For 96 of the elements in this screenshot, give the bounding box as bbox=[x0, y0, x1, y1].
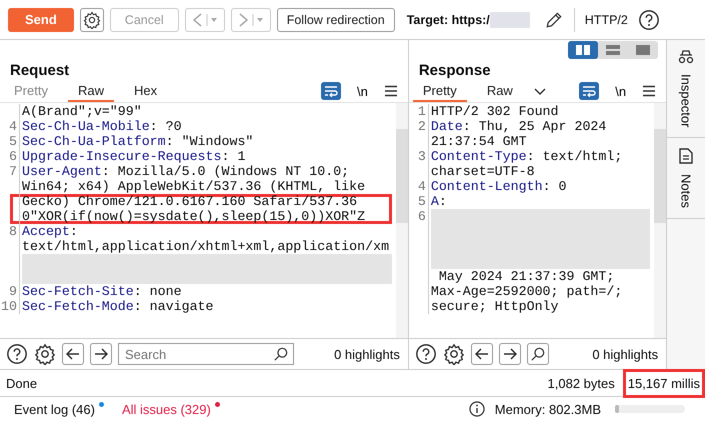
line-number: 6 bbox=[418, 209, 426, 224]
menu-icon[interactable] bbox=[384, 85, 398, 97]
line-number: 10 bbox=[1, 299, 17, 314]
code-line: Date: Thu, 25 Apr 2024 bbox=[430, 119, 606, 134]
line-number: 1 bbox=[418, 104, 426, 119]
event-log-link[interactable]: Event log (46) bbox=[12, 402, 97, 416]
line-number: 4 bbox=[9, 119, 17, 134]
all-issues-link[interactable]: All issues (329) bbox=[120, 402, 213, 416]
next-button[interactable] bbox=[498, 343, 521, 365]
layout-icon bbox=[635, 44, 652, 56]
code-line: charset=UTF-8 bbox=[430, 164, 535, 179]
highlights-count: 0 highlights bbox=[592, 346, 658, 362]
line-number: 9 bbox=[9, 284, 17, 299]
arrow-left-icon bbox=[66, 348, 80, 360]
line-number: 2 bbox=[418, 119, 426, 134]
status-text: Done bbox=[6, 376, 38, 390]
code-line: Accept: bbox=[21, 224, 78, 239]
code-line: 0"XOR(if(now()=sysdate(),sleep(15),0))XOR"Z bbox=[21, 209, 366, 224]
line-number: 6 bbox=[9, 149, 17, 164]
response-size: 1,082 bytes bbox=[548, 376, 615, 390]
code-line: text/html,application/xhtml+xml,application/xm bbox=[21, 239, 390, 254]
code-line: Max-Age=2592000; path=/; bbox=[430, 284, 622, 299]
layout-toggle-button[interactable] bbox=[568, 41, 598, 59]
side-tab-label[interactable]: Inspector bbox=[678, 74, 694, 128]
search-button[interactable] bbox=[526, 343, 549, 365]
code-line: secure; HttpOnly bbox=[430, 299, 559, 314]
line-number: 7 bbox=[9, 164, 17, 179]
notification-dot bbox=[98, 402, 104, 407]
wrap-icon bbox=[324, 85, 338, 97]
settings-button[interactable] bbox=[80, 8, 104, 32]
pane-title: Request bbox=[9, 61, 70, 80]
settings-icon bbox=[82, 10, 101, 28]
code-line: User-Agent: Mozilla/5.0 (Windows NT 10.0; bbox=[21, 164, 350, 179]
line-number: 4 bbox=[418, 179, 426, 194]
side-tab[interactable]: Inspector bbox=[667, 40, 705, 138]
code-line: HTTP/2 302 Found bbox=[430, 104, 559, 119]
view-tab[interactable]: Raw bbox=[476, 80, 523, 102]
code-line: Upgrade-Insecure-Requests: 1 bbox=[21, 149, 246, 164]
help-icon[interactable] bbox=[6, 343, 28, 365]
protocol-label[interactable]: HTTP/2 bbox=[584, 12, 628, 26]
scrollbar-thumb[interactable] bbox=[396, 129, 408, 223]
wrap-icon bbox=[582, 85, 596, 97]
view-tab[interactable]: Hex bbox=[124, 80, 168, 102]
menu-icon[interactable] bbox=[642, 85, 656, 97]
previous-button[interactable] bbox=[62, 343, 84, 365]
pane-title: Response bbox=[418, 61, 492, 80]
code-line: Content-Length: 0 bbox=[430, 179, 567, 194]
code-line: Sec-Fetch-Mode: navigate bbox=[21, 299, 214, 314]
pencil-icon[interactable] bbox=[544, 10, 564, 30]
search-icon bbox=[274, 347, 288, 361]
code-line: A(Brand";v="99" bbox=[21, 104, 142, 119]
code-line: Gecko) Chrome/121.0.6167.160 Safari/537.36 bbox=[21, 194, 358, 209]
code-line: Win64; x64) AppleWebKit/537.36 (KHTML, like bbox=[21, 179, 366, 194]
code-line: Sec-Ch-Ua-Platform: "Windows" bbox=[21, 134, 254, 149]
newline-toggle[interactable]: \n bbox=[609, 84, 632, 98]
code-line: Sec-Fetch-Site: none bbox=[21, 284, 182, 299]
previous-button[interactable] bbox=[470, 343, 493, 365]
memory-label: Memory: 802.3MB bbox=[494, 402, 601, 416]
arrow-right-icon bbox=[502, 348, 517, 360]
highlights-count: 0 highlights bbox=[334, 346, 400, 362]
code-line: May 2024 21:37:39 GMT; bbox=[438, 269, 614, 284]
next-button[interactable] bbox=[90, 343, 112, 365]
word-wrap-button[interactable] bbox=[321, 82, 341, 100]
view-tab[interactable]: Raw bbox=[68, 80, 114, 102]
side-tab-label[interactable]: Notes bbox=[678, 174, 694, 208]
newline-toggle[interactable]: \n bbox=[351, 84, 374, 98]
settings-icon[interactable] bbox=[34, 343, 56, 365]
line-number: 3 bbox=[418, 149, 426, 164]
side-tab[interactable]: Notes bbox=[667, 138, 705, 220]
search-icon bbox=[530, 347, 545, 361]
word-wrap-button[interactable] bbox=[579, 82, 600, 100]
help-icon[interactable] bbox=[414, 343, 437, 365]
info-icon bbox=[468, 401, 485, 417]
code-line: Content-Type: text/html; bbox=[430, 149, 622, 164]
line-number: 5 bbox=[9, 134, 17, 149]
line-number: 8 bbox=[9, 224, 17, 239]
view-tab[interactable]: Pretty bbox=[412, 80, 467, 102]
arrow-right-icon bbox=[94, 348, 108, 360]
layout-icon bbox=[575, 44, 592, 56]
spy-glasses-icon bbox=[677, 50, 696, 64]
note-icon bbox=[679, 148, 694, 164]
code-line: Sec-Ch-Ua-Mobile: ?0 bbox=[21, 119, 182, 134]
code-line: 21:37:54 GMT bbox=[430, 134, 527, 149]
redacted-block bbox=[490, 12, 530, 28]
layout-icon bbox=[605, 44, 622, 56]
search-field[interactable]: Search bbox=[118, 343, 294, 365]
line-number: 5 bbox=[418, 194, 426, 209]
scrollbar-thumb[interactable] bbox=[654, 129, 666, 223]
target-label: Target: https:/ bbox=[406, 12, 490, 26]
response-time: 15,167 millis bbox=[622, 368, 705, 398]
follow-redirection-button[interactable]: Follow redirection bbox=[276, 8, 395, 32]
arrow-left-icon bbox=[474, 348, 489, 360]
notification-dot bbox=[214, 402, 220, 407]
help-icon[interactable] bbox=[638, 8, 660, 30]
settings-icon[interactable] bbox=[442, 343, 465, 365]
code-line: A: bbox=[430, 194, 447, 209]
